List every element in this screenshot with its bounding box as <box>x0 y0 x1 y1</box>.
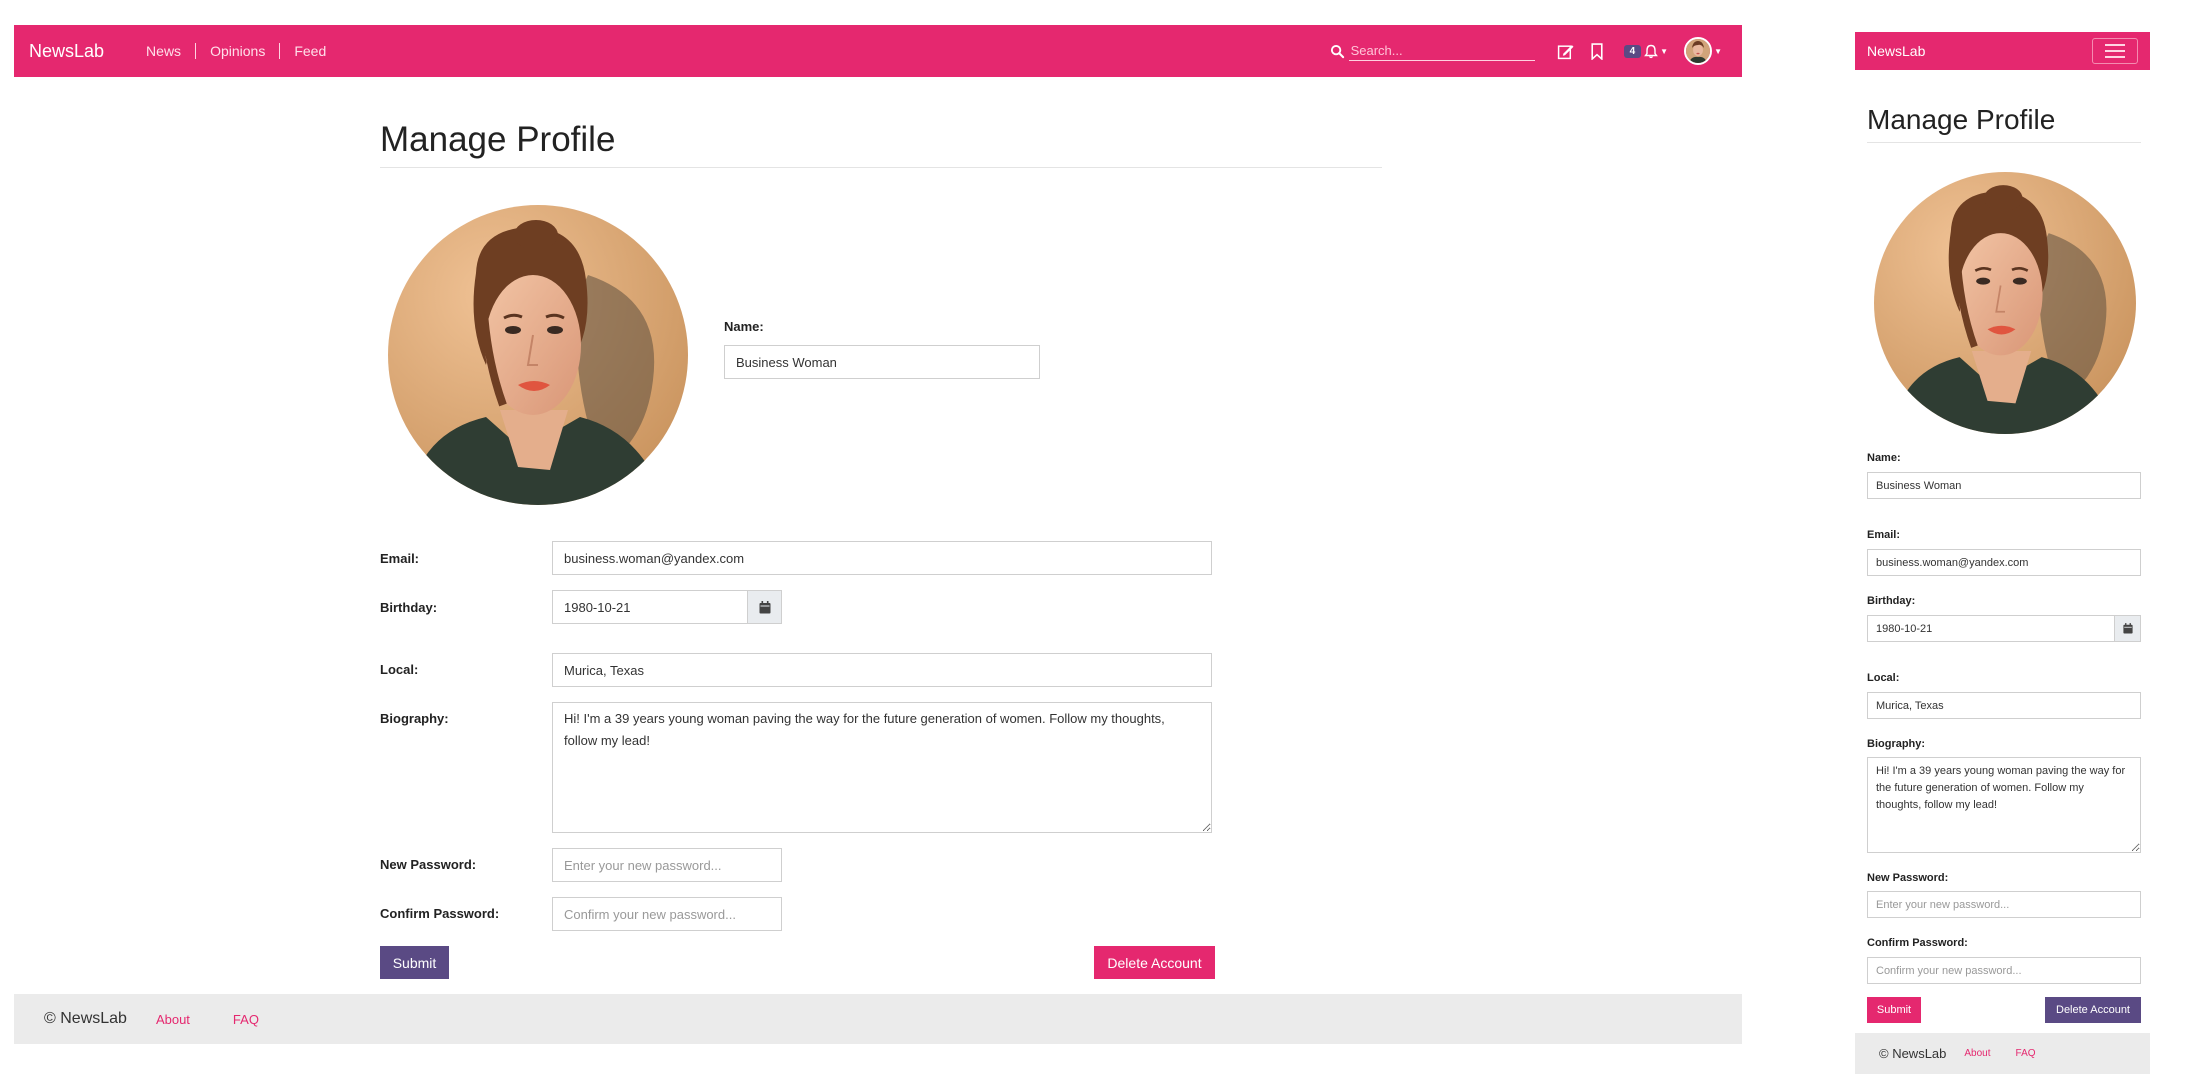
confirm-password-label: Confirm Password: <box>380 906 500 921</box>
birthday-label: Birthday: <box>380 600 438 615</box>
birthday-input[interactable]: 1980-10-21 <box>552 590 748 624</box>
mobile-footer-link-faq[interactable]: FAQ <box>2016 1048 2036 1059</box>
email-input[interactable]: business.woman@yandex.com <box>552 541 1212 575</box>
bookmark-icon[interactable] <box>1590 42 1604 60</box>
mobile-footer-link-about[interactable]: About <box>1964 1048 1990 1059</box>
mobile-biography-label: Biography: <box>1867 738 1926 750</box>
mobile-email-input[interactable]: business.woman@yandex.com <box>1867 549 2141 576</box>
mobile-footer-copyright: © NewsLab <box>1879 1046 1947 1061</box>
mobile-name-input[interactable]: Business Woman <box>1867 472 2141 499</box>
nav-link-news[interactable]: News <box>132 43 195 59</box>
mobile-new-password-input[interactable]: Enter your new password... <box>1867 891 2141 918</box>
mobile-brand-logo[interactable]: NewsLab <box>1867 43 1925 59</box>
mobile-submit-button[interactable]: Submit <box>1867 997 1921 1023</box>
mobile-calendar-button[interactable] <box>2114 615 2141 642</box>
mobile-local-label: Local: <box>1867 672 1900 684</box>
mobile-biography-textarea[interactable]: Hi! I'm a 39 years young woman paving th… <box>1867 757 2141 853</box>
mobile-profile-picture[interactable] <box>1874 172 2136 434</box>
mobile-local-input[interactable]: Murica, Texas <box>1867 692 2141 719</box>
mobile-confirm-password-input[interactable]: Confirm your new password... <box>1867 957 2141 984</box>
search-input[interactable] <box>1348 41 1535 61</box>
biography-label: Biography: <box>380 711 449 726</box>
name-input[interactable]: Business Woman <box>724 345 1040 379</box>
chevron-down-icon: ▼ <box>1714 46 1722 56</box>
nav-link-opinions[interactable]: Opinions <box>195 43 279 59</box>
calendar-icon <box>759 600 771 614</box>
avatar <box>1684 37 1713 65</box>
mobile-delete-account-button[interactable]: Delete Account <box>2045 997 2141 1023</box>
calendar-button[interactable] <box>747 590 782 624</box>
mobile-confirm-password-label: Confirm Password: <box>1867 937 1968 949</box>
mobile-navbar: NewsLab <box>1855 32 2150 70</box>
delete-account-button[interactable]: Delete Account <box>1094 946 1215 979</box>
brand-logo[interactable]: NewsLab <box>29 41 104 62</box>
local-input[interactable]: Murica, Texas <box>552 653 1212 687</box>
bell-icon <box>1644 44 1659 59</box>
confirm-password-input[interactable]: Confirm your new password... <box>552 897 782 931</box>
local-label: Local: <box>380 662 419 677</box>
nav-link-feed[interactable]: Feed <box>279 43 340 59</box>
footer-link-faq[interactable]: FAQ <box>233 1012 259 1027</box>
chevron-down-icon: ▼ <box>1660 46 1669 56</box>
search-icon[interactable] <box>1330 44 1345 59</box>
mobile-new-password-label: New Password: <box>1867 872 1949 884</box>
footer: © NewsLab About FAQ <box>14 994 1742 1044</box>
notifications-menu[interactable]: 4 ▼ <box>1620 44 1668 59</box>
page-title: Manage Profile <box>380 120 616 159</box>
email-label: Email: <box>380 551 420 566</box>
mobile-title-divider <box>1867 142 2141 143</box>
search-box <box>1322 41 1535 61</box>
mobile-name-label: Name: <box>1867 452 1901 464</box>
nav-actions: 4 ▼ ▼ <box>1322 25 1742 77</box>
user-menu[interactable]: ▼ <box>1684 37 1722 65</box>
name-label: Name: <box>724 319 764 334</box>
edit-icon[interactable] <box>1557 43 1574 60</box>
mobile-birthday-input[interactable]: 1980-10-21 <box>1867 615 2115 642</box>
mobile-footer: © NewsLab About FAQ <box>1855 1033 2150 1074</box>
profile-picture[interactable] <box>388 205 688 505</box>
submit-button[interactable]: Submit <box>380 946 449 979</box>
title-divider <box>380 167 1382 168</box>
new-password-label: New Password: <box>380 857 477 872</box>
footer-link-about[interactable]: About <box>156 1012 190 1027</box>
notification-badge: 4 <box>1623 44 1642 58</box>
mobile-page-title: Manage Profile <box>1867 104 2056 135</box>
mobile-email-label: Email: <box>1867 529 1901 541</box>
footer-copyright: © NewsLab <box>44 1010 127 1027</box>
new-password-input[interactable]: Enter your new password... <box>552 848 782 882</box>
top-navbar: NewsLab News Opinions Feed 4 ▼ ▼ <box>14 25 1742 77</box>
biography-textarea[interactable]: Hi! I'm a 39 years young woman paving th… <box>552 702 1212 833</box>
menu-icon[interactable] <box>2092 38 2138 64</box>
calendar-icon <box>2122 623 2133 634</box>
mobile-birthday-label: Birthday: <box>1867 595 1916 607</box>
